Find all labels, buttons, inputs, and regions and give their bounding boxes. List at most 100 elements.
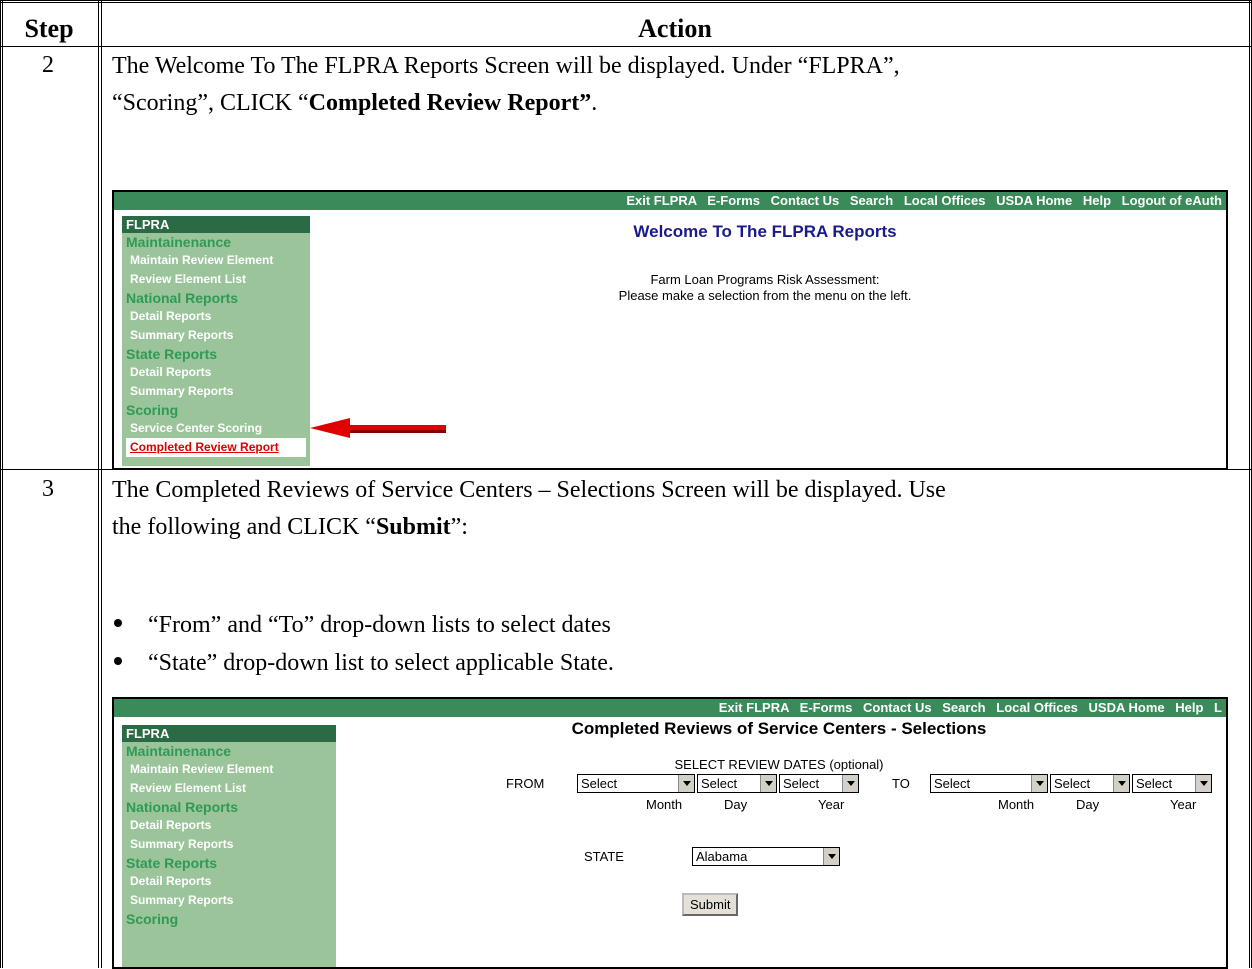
sidebar-item-service-center-scoring[interactable]: Service Center Scoring — [122, 419, 310, 438]
nav-usda-home[interactable]: USDA Home — [1089, 700, 1165, 715]
to-day-caption: Day — [1076, 797, 1100, 812]
sidebar-item-review-element-list[interactable]: Review Element List — [122, 779, 336, 798]
bullet-text: “State” drop-down list to select applica… — [148, 650, 614, 676]
nav-exit-flpra[interactable]: Exit FLPRA — [626, 193, 696, 208]
from-month-value: Select — [581, 776, 618, 791]
sidebar-item-state-summary[interactable]: Summary Reports — [122, 382, 310, 401]
sidebar-item-state-detail[interactable]: Detail Reports — [122, 872, 336, 891]
step2-line2-bold: Completed Review Report” — [308, 90, 592, 116]
sidebar-item-national-detail[interactable]: Detail Reports — [122, 816, 336, 835]
from-month-select[interactable]: Select — [577, 774, 695, 793]
chevron-down-icon — [823, 848, 839, 865]
section-state-reports: State Reports — [126, 855, 218, 871]
chevron-down-icon — [1113, 775, 1129, 792]
step3-line2: the following and CLICK “Submit”: — [112, 509, 1242, 546]
highlight-arrow-icon — [310, 418, 446, 438]
sidebar-item-national-summary[interactable]: Summary Reports — [122, 326, 310, 345]
column-divider-inner — [101, 0, 102, 968]
bullet-dot-icon — [114, 619, 122, 628]
selections-screenshot: Exit FLPRA E-Forms Contact Us Search Loc… — [112, 697, 1228, 969]
table-top-border — [0, 0, 1252, 3]
step-number: 2 — [42, 52, 54, 78]
welcome-body-line1: Farm Loan Programs Risk Assessment: — [650, 272, 880, 287]
section-scoring: Scoring — [126, 911, 179, 927]
to-month-select[interactable]: Select — [930, 774, 1048, 793]
section-national-reports: National Reports — [126, 799, 239, 815]
chevron-down-icon — [1195, 775, 1211, 792]
chevron-down-icon — [1031, 775, 1047, 792]
step2-line2: “Scoring”, CLICK “Completed Review Repor… — [112, 85, 1242, 122]
procedure-table: Step Action 2 The Welcome To The FLPRA R… — [0, 0, 1252, 969]
bullet-dot-icon — [114, 657, 122, 666]
sidebar-item-maintain-review-element[interactable]: Maintain Review Element — [122, 251, 310, 270]
nav-eforms[interactable]: E-Forms — [707, 193, 760, 208]
nav-search[interactable]: Search — [850, 193, 893, 208]
state-select[interactable]: Alabama — [692, 847, 840, 866]
nav-logout[interactable]: Logout of eAuth — [1122, 193, 1222, 208]
nav-logout-truncated[interactable]: L — [1214, 700, 1222, 715]
from-year-caption: Year — [818, 797, 845, 812]
from-day-select[interactable]: Select — [697, 774, 777, 793]
from-day-value: Select — [701, 776, 738, 791]
step2-line2-start: “Scoring”, CLICK “ — [112, 90, 309, 116]
step3-line2-bold: Submit — [375, 514, 451, 540]
nav-help[interactable]: Help — [1175, 700, 1203, 715]
column-divider — [98, 0, 99, 968]
sidebar-item-maintain-review-element[interactable]: Maintain Review Element — [122, 760, 336, 779]
to-year-select[interactable]: Select — [1132, 774, 1212, 793]
section-scoring: Scoring — [126, 402, 179, 418]
submit-button[interactable]: Submit — [682, 893, 739, 916]
header-action: Action — [638, 14, 712, 43]
sidebar-item-completed-review-report[interactable]: Completed Review Report — [126, 438, 306, 457]
step3-instructions: The Completed Reviews of Service Centers… — [112, 472, 1242, 546]
sidebar-item-state-detail[interactable]: Detail Reports — [122, 363, 310, 382]
to-day-value: Select — [1054, 776, 1091, 791]
from-label: FROM — [506, 776, 545, 791]
nav-contact-us[interactable]: Contact Us — [771, 193, 840, 208]
sidebar-item-state-summary[interactable]: Summary Reports — [122, 891, 336, 910]
from-year-select[interactable]: Select — [779, 774, 859, 793]
header-step: Step — [24, 14, 74, 43]
step2-line2-end: . — [591, 90, 598, 116]
nav-help[interactable]: Help — [1083, 193, 1111, 208]
step3-line2-start: the following and CLICK “ — [112, 514, 376, 540]
sidebar-item-national-detail[interactable]: Detail Reports — [122, 307, 310, 326]
step-number: 3 — [42, 476, 54, 502]
to-year-value: Select — [1136, 776, 1173, 791]
section-state-reports: State Reports — [126, 346, 218, 362]
welcome-title: Welcome To The FLPRA Reports — [633, 222, 897, 241]
sidebar-title: FLPRA — [122, 725, 336, 742]
nav-eforms[interactable]: E-Forms — [800, 700, 853, 715]
step2-instructions: The Welcome To The FLPRA Reports Screen … — [112, 48, 1242, 122]
to-year-caption: Year — [1170, 797, 1197, 812]
nav-contact-us[interactable]: Contact Us — [863, 700, 932, 715]
bullet-text: “From” and “To” drop-down lists to selec… — [148, 612, 611, 638]
step3-line2-end: ”: — [450, 514, 468, 540]
state-value: Alabama — [696, 849, 748, 864]
sidebar-menu: FLPRA Maintainenance Maintain Review Ele… — [122, 216, 310, 466]
section-national-reports: National Reports — [126, 290, 239, 306]
nav-local-offices[interactable]: Local Offices — [996, 700, 1078, 715]
nav-usda-home[interactable]: USDA Home — [996, 193, 1072, 208]
sidebar-item-national-summary[interactable]: Summary Reports — [122, 835, 336, 854]
welcome-body-line2: Please make a selection from the menu on… — [618, 288, 912, 303]
page-title: Completed Reviews of Service Centers - S… — [571, 719, 987, 738]
select-dates-label: SELECT REVIEW DATES (optional) — [674, 757, 884, 772]
header-divider — [0, 46, 1252, 47]
bullet-item: “From” and “To” drop-down lists to selec… — [114, 612, 611, 639]
nav-local-offices[interactable]: Local Offices — [904, 193, 986, 208]
section-maintenance: Maintainenance — [126, 743, 232, 759]
welcome-screenshot: Exit FLPRA E-Forms Contact Us Search Loc… — [112, 190, 1228, 470]
top-navigation-bar: Exit FLPRA E-Forms Contact Us Search Loc… — [114, 192, 1226, 210]
chevron-down-icon — [678, 775, 694, 792]
nav-search[interactable]: Search — [942, 700, 985, 715]
to-month-value: Select — [934, 776, 971, 791]
to-day-select[interactable]: Select — [1050, 774, 1130, 793]
to-label: TO — [892, 776, 910, 791]
nav-exit-flpra[interactable]: Exit FLPRA — [719, 700, 789, 715]
to-month-caption: Month — [998, 797, 1035, 812]
top-navigation-bar: Exit FLPRA E-Forms Contact Us Search Loc… — [114, 699, 1226, 717]
sidebar-item-review-element-list[interactable]: Review Element List — [122, 270, 310, 289]
from-year-value: Select — [783, 776, 820, 791]
step2-line1: The Welcome To The FLPRA Reports Screen … — [112, 53, 900, 79]
